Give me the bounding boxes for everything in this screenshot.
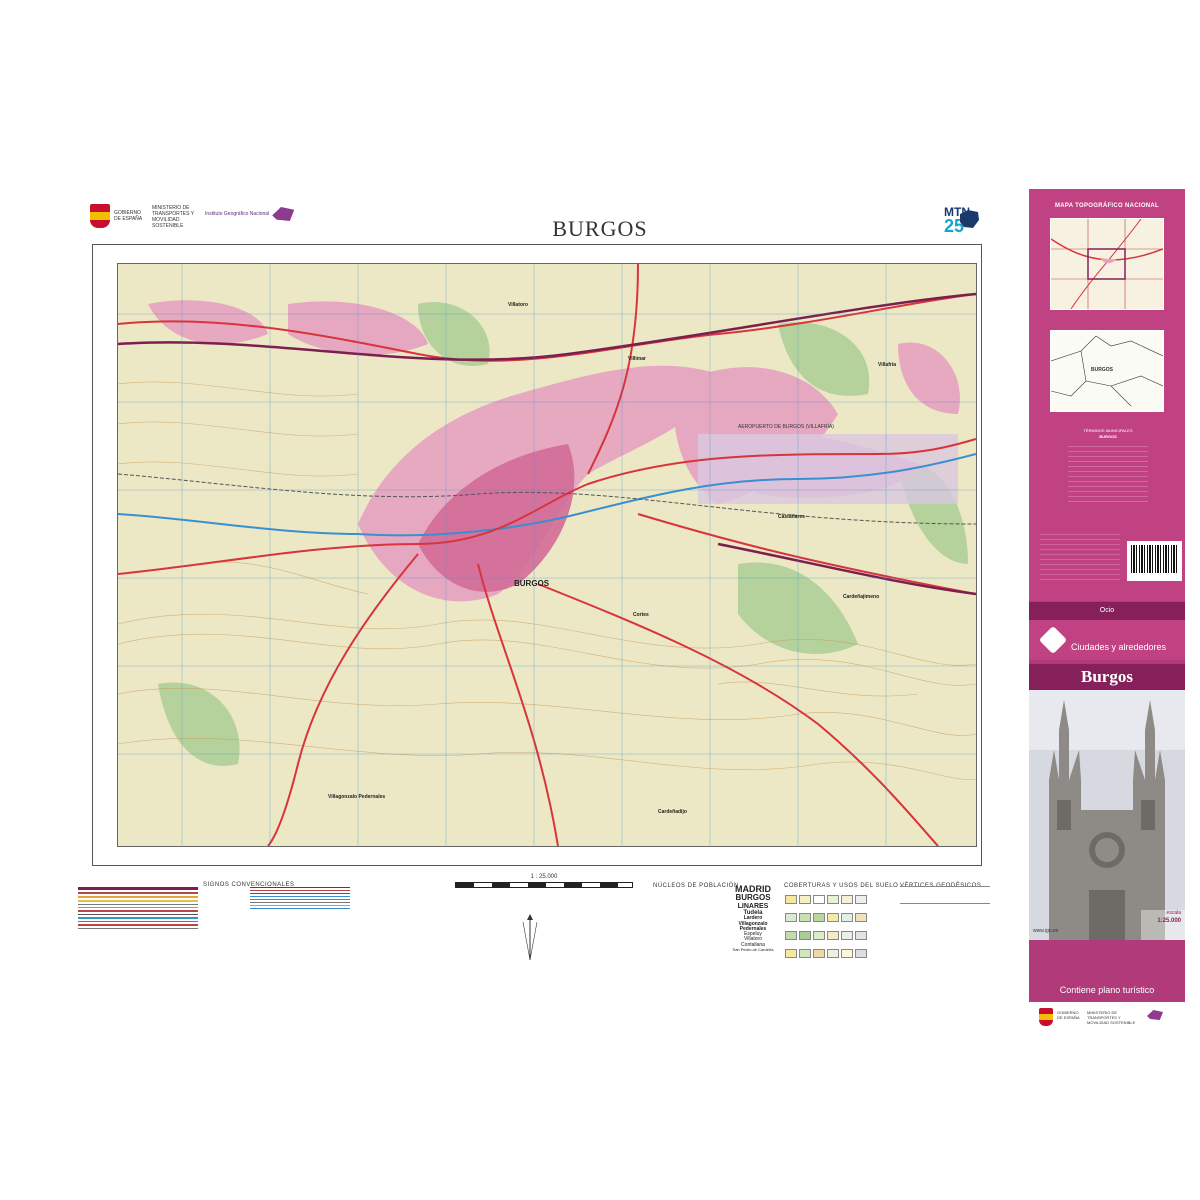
collection-band: Ciudades y alrededores (1029, 620, 1185, 660)
cathedral-photo: 1:25.000 escala www.ign.es (1029, 690, 1185, 940)
ign-small-icon (1147, 1010, 1163, 1020)
collection-diamond-icon (1038, 625, 1068, 655)
inset-place-label: BURGOS (1091, 367, 1113, 373)
scale-tag-value: 1:25.000 (1157, 918, 1181, 924)
airport-label: AEROPUERTO DE BURGOS (VILLAFRÍA) (738, 424, 834, 430)
place-cardenajimeno: Cardeñajimeno (843, 594, 880, 600)
ministry-label: MINISTERIO DE TRANSPORTES Y MOVILIDAD SO… (152, 205, 194, 229)
ign-logo: Instituto Geográfico Nacional (205, 207, 295, 221)
footer-gov: GOBIERNO DE ESPAÑA (1057, 1010, 1080, 1020)
place-cardenadijo: Cardeñadijo (658, 809, 687, 815)
place-cortes: Cortes (633, 612, 649, 618)
inset-map-drawing (1050, 218, 1164, 310)
airport-area (698, 434, 958, 504)
web-address: www.ign.es (1033, 928, 1059, 934)
coat-of-arms-icon (90, 204, 110, 228)
cathedral-drawing (1029, 690, 1185, 940)
scale-bar (455, 882, 633, 888)
legend-boundary-symbols (250, 885, 350, 911)
publisher-block (1040, 530, 1120, 580)
place-villagonzalo: Villagonzalo Pedernales (328, 794, 386, 800)
cover-footer: GOBIERNO DE ESPAÑA MINISTERIO DE TRANSPOR… (1029, 1002, 1185, 1034)
scale-tag-label: escala (1166, 910, 1181, 916)
footer-ministry: MINISTERIO DE TRANSPORTES Y MOVILIDAD SO… (1087, 1010, 1136, 1025)
map-title: BURGOS (552, 216, 648, 241)
admin-division-inset: BURGOS (1050, 330, 1164, 412)
municipios-title: TÉRMINOS MUNICIPALES (1083, 428, 1133, 433)
place-villimar: Villimar (628, 356, 646, 362)
mtn-series-badge: MTN 25 (944, 206, 979, 236)
section-label: Ocio (1029, 602, 1185, 620)
municipios-sub: BURGOS (1099, 434, 1117, 439)
place-villatoro: Villatoro (508, 302, 528, 308)
isbn-barcode (1127, 541, 1182, 581)
coat-of-arms-small-icon (1039, 1008, 1053, 1026)
legend-coberturas-heading: COBERTURAS Y USOS DEL SUELO (784, 883, 899, 889)
spain-government-logo: GOBIERNO DE ESPAÑA (90, 203, 150, 229)
topographic-map[interactable]: BURGOS Villatoro Villimar Villafría Card… (117, 263, 977, 847)
map-drawing (118, 264, 976, 846)
place-villafria: Villafría (878, 362, 896, 368)
vertices-table (900, 886, 990, 904)
nucleos-samples: MADRID BURGOS LINARES Tudela Lardero Vil… (732, 884, 774, 952)
gov-line2: DE ESPAÑA (114, 216, 143, 222)
ign-text: Instituto Geográfico Nacional (205, 211, 270, 217)
adjacent-sheets-inset (1050, 218, 1164, 310)
legend-road-symbols (78, 885, 198, 931)
north-arrow-icon (522, 914, 538, 961)
ign-mark-icon (272, 207, 295, 221)
collection-label: Ciudades y alrededores (1071, 642, 1167, 652)
scale-block: 1 : 25.000 (455, 874, 633, 967)
scale-label: 1 : 25.000 (530, 874, 558, 880)
land-cover-swatches (784, 892, 880, 964)
iberia-map-icon (960, 210, 979, 228)
cover-heading: MAPA TOPOGRÁFICO NACIONAL (1054, 203, 1160, 209)
city-label: BURGOS (514, 579, 550, 588)
cover-title: Burgos (1029, 664, 1185, 690)
tourist-plan-label: Contiene plano turístico (1059, 985, 1155, 995)
place-castanares: Castañares (778, 514, 805, 520)
municipios-list (1068, 442, 1148, 502)
